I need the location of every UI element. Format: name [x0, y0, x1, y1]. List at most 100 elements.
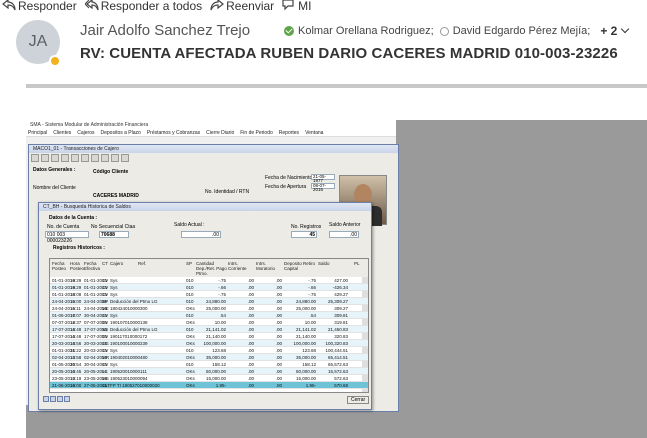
table-cell: 190107010000138 [110, 320, 148, 325]
previous-balance-label: Saldo Anterior [329, 222, 361, 228]
reply-all-icon [84, 0, 99, 11]
embedded-menu-item[interactable]: Cajeros [77, 130, 94, 136]
sender-name[interactable]: Jair Adolfo Sanchez Trejo [80, 22, 250, 39]
table-row[interactable]: 01-01-2016 19:29 01-01-2016 CV Sys 010 -.75.00… [50, 277, 368, 284]
table-cell: CV [102, 348, 109, 353]
table-cell: 16:00 [70, 383, 82, 388]
table-cell: 13:19 [70, 376, 82, 381]
table-cell: 100,320.83 [325, 341, 348, 346]
table-row[interactable]: 17-07-2016 14:48 17-07-2016 DV 1901170100001… [50, 333, 368, 340]
table-cell: OKs [186, 355, 195, 360]
prev-record-icon[interactable] [50, 396, 56, 402]
embedded-menu-item[interactable]: Fin de Periodo [240, 130, 273, 136]
table-cell: .00 [247, 362, 254, 367]
table-cell: .00 [247, 292, 254, 297]
table-row[interactable]: 24-04-2016 15:11 24-04-2016 ME 1804240100003… [50, 305, 368, 312]
table-cell: .00 [247, 278, 254, 283]
table-cell: .00 [275, 383, 282, 388]
table-cell: 21,460.83 [327, 327, 348, 332]
embedded-menu-item[interactable]: Principal [28, 130, 47, 136]
table-row[interactable]: 17-07-2016 14:48 17-07-2016 NS Deducción del… [50, 326, 368, 333]
history-table: Fecha Posteo Hora Posteo Fecha Efectiva CT C… [49, 258, 369, 393]
column-header: Hora Posteo [70, 261, 85, 271]
column-header: Ref. [138, 261, 147, 266]
table-cell: .00 [275, 292, 282, 297]
table-row[interactable]: 02-04-2016 13:58 02-04-2016 MR 1904020100004… [50, 354, 368, 361]
table-cell: 1.95- [215, 383, 226, 388]
table-row[interactable]: 01-01-2016 19:29 01-01-2016 CV Sys 010 -.66.00… [50, 284, 368, 291]
im-button[interactable]: MI [280, 0, 317, 14]
table-cell: .00 [247, 285, 254, 290]
table-row[interactable]: 20-05-2016 10:45 20-05-2016 LC 1905200100001… [50, 368, 368, 375]
presence-away-icon [49, 55, 61, 67]
more-recipients-button[interactable]: + 2 [600, 24, 630, 38]
table-cell: -.66 [308, 285, 316, 290]
table-cell: .00 [275, 376, 282, 381]
table-cell: 21,141.02 [295, 327, 316, 332]
header-divider [26, 84, 647, 88]
last-record-icon[interactable] [64, 396, 70, 402]
table-cell: 65,572.63 [327, 362, 348, 367]
table-cell: 12:37 [70, 320, 82, 325]
table-row[interactable]: 23-05-2016 13:19 23-05-2016 MS 1905230100000… [50, 375, 368, 382]
history-table-header: Fecha Posteo Hora Posteo Fecha Efectiva CT C… [50, 259, 368, 277]
open-date-value: 08-07-2016 [311, 183, 335, 192]
column-header: Intrs. Corriente [228, 261, 247, 271]
table-cell: 20:54 [70, 362, 82, 367]
recipient-1[interactable]: Kolmar Orellana Rodriguez; [298, 25, 434, 37]
table-cell: CV [102, 362, 109, 367]
reply-all-button[interactable]: Responder a todos [83, 0, 208, 14]
embedded-menu-item[interactable]: Clientes [53, 130, 71, 136]
message-subject: RV: CUENTA AFECTADA RUBEN DARIO CACERES … [80, 45, 618, 62]
table-row[interactable]: 21-06-2016 16:00 27-05-2016 CLT FP TI 190527… [50, 382, 368, 389]
embedded-menu-item[interactable]: Ventana [305, 130, 323, 136]
table-row[interactable]: 01-01-2016 18:08 01-01-2016 CV Sys 010 -.75.00… [50, 291, 368, 298]
table-cell: 309.27 [334, 306, 348, 311]
table-row[interactable]: 20-03-2016 14:56 20-03-2016 CG 1901000100002… [50, 340, 368, 347]
embedded-menu-item[interactable]: Reportes [279, 130, 299, 136]
table-cell: .00 [275, 320, 282, 325]
embedded-menu-item[interactable]: Cierre Diario [206, 130, 234, 136]
column-header: Intrs. Moratorio [256, 261, 276, 271]
table-cell: Sys [110, 278, 118, 283]
table-cell: 190523010000094 [110, 376, 148, 381]
sequence-label: No Secuencial Ctaa [91, 224, 136, 230]
forward-button[interactable]: Reenviar [208, 0, 280, 14]
embedded-menu-item[interactable]: Depositos a Plazo [101, 130, 141, 136]
general-data-section: Datos Generales : Código Cliente Nombre … [33, 167, 335, 203]
table-cell: .00 [247, 383, 254, 388]
client-name-label: Nombre del Cliente [33, 185, 76, 191]
table-cell: CLT [102, 383, 111, 388]
balance-history-title: CT_BH - Busqueda Historica de Saldos [39, 203, 371, 211]
table-cell: 190520010000111 [110, 369, 147, 374]
column-header: Cajero [110, 261, 124, 266]
reply-button[interactable]: Responder [0, 0, 83, 14]
recipient-2[interactable]: David Edgardo Pérez Mejía; [453, 25, 591, 37]
im-label: MI [298, 0, 312, 13]
table-row[interactable]: 24-04-2016 15:00 24-04-2016 BP Deducción del… [50, 298, 368, 305]
close-button[interactable]: Cerrar [347, 396, 370, 404]
next-record-icon[interactable] [57, 396, 63, 402]
table-row[interactable]: 07-07-2016 12:37 07-07-2016 DV 1901070100001… [50, 319, 368, 326]
table-cell: 10:45 [70, 369, 82, 374]
presence-available-icon [284, 26, 294, 36]
table-cell: 35,000.00 [295, 355, 316, 360]
table-cell: -.66 [218, 285, 226, 290]
client-name-value: CACERES MADRID [93, 193, 139, 199]
table-cell: 190100010000239 [110, 341, 148, 346]
table-cell: 13:58 [70, 355, 82, 360]
table-cell: -.75 [308, 292, 316, 297]
forward-label: Reenviar [226, 0, 275, 13]
record-count-label: No. Registros [291, 224, 322, 230]
table-cell: .00 [247, 369, 254, 374]
tool-icon [41, 154, 49, 162]
table-row[interactable]: 01-06-2016 17:07 30-04-2016 CV Sys 010.54.00.… [50, 312, 368, 319]
column-header: Fecha Posteo [52, 261, 67, 271]
message-toolbar: Responder Responder a todos Reenviar MI [0, 0, 647, 14]
table-cell: OKs [186, 334, 195, 339]
table-row[interactable]: 01-05-2016 20:54 30-04-2016 CV Sys 010 158.12.… [50, 361, 368, 368]
first-record-icon[interactable] [43, 396, 49, 402]
table-row[interactable]: 01-01-2016 21:22 20-03-2016 CV Sys 010 123.68.… [50, 347, 368, 354]
table-cell: DV [102, 334, 109, 339]
embedded-menu-item[interactable]: Préstamos y Cobranzas [147, 130, 200, 136]
